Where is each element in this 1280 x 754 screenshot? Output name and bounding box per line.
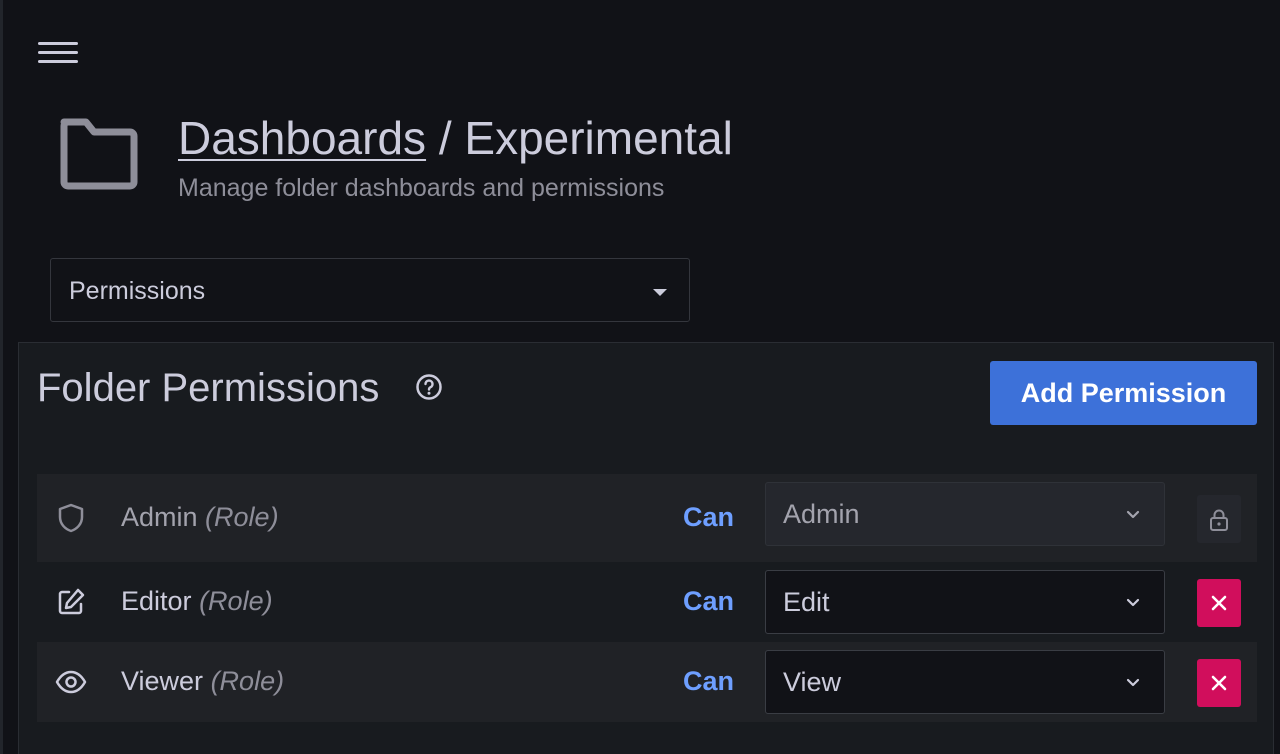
add-permission-button[interactable]: Add Permission [990, 361, 1257, 425]
breadcrumb-current: Experimental [464, 112, 733, 164]
page-subtitle: Manage folder dashboards and permissions [178, 174, 665, 202]
hamburger-menu-icon[interactable] [38, 42, 78, 66]
role-suffix: (Role) [199, 586, 273, 616]
breadcrumb-separator: / [426, 112, 465, 164]
permission-row-editor: Editor (Role) Can Edit [37, 562, 1257, 642]
permission-name: Admin (Role) [121, 500, 279, 534]
chevron-down-icon [1126, 598, 1140, 607]
can-label: Can [683, 666, 735, 696]
permission-name: Editor (Role) [121, 584, 273, 618]
role-name: Viewer [121, 666, 204, 696]
close-icon [1211, 595, 1227, 611]
edit-icon [58, 588, 85, 615]
eye-icon [55, 670, 87, 694]
permission-row-admin: Admin (Role) Can Admin [37, 474, 1257, 562]
role-suffix: (Role) [210, 666, 285, 696]
can-label: Can [683, 502, 735, 532]
permission-level-value: View [783, 667, 842, 697]
permission-name: Viewer (Role) [121, 664, 284, 698]
permission-level-select[interactable]: View [765, 650, 1165, 714]
remove-permission-button[interactable] [1197, 659, 1241, 707]
section-select-value: Permissions [69, 277, 206, 305]
permission-level-value: Edit [783, 587, 830, 617]
caret-down-icon [653, 289, 667, 296]
permission-row-viewer: Viewer (Role) Can View [37, 642, 1257, 722]
remove-permission-button[interactable] [1197, 579, 1241, 627]
folder-icon [60, 118, 138, 190]
folder-permissions-panel: Folder Permissions Add Permission Admin … [18, 342, 1274, 754]
page-edge [0, 0, 3, 754]
shield-icon [58, 503, 84, 533]
permission-level-select: Admin [765, 482, 1165, 546]
role-name: Admin [121, 502, 198, 532]
section-select[interactable]: Permissions [50, 258, 690, 322]
lock-icon [1210, 509, 1228, 531]
panel-title: Folder Permissions [37, 366, 380, 410]
page-title: Dashboards / Experimental [178, 110, 733, 166]
permission-level-select[interactable]: Edit [765, 570, 1165, 634]
locked-button [1197, 495, 1241, 543]
can-label: Can [683, 586, 735, 616]
breadcrumb-dashboards-link[interactable]: Dashboards [178, 112, 426, 164]
chevron-down-icon [1126, 678, 1140, 687]
role-name: Editor [121, 586, 192, 616]
permission-level-value: Admin [783, 499, 860, 529]
help-icon[interactable] [415, 373, 443, 401]
chevron-down-icon [1126, 510, 1140, 519]
close-icon [1211, 675, 1227, 691]
role-suffix: (Role) [205, 502, 279, 532]
